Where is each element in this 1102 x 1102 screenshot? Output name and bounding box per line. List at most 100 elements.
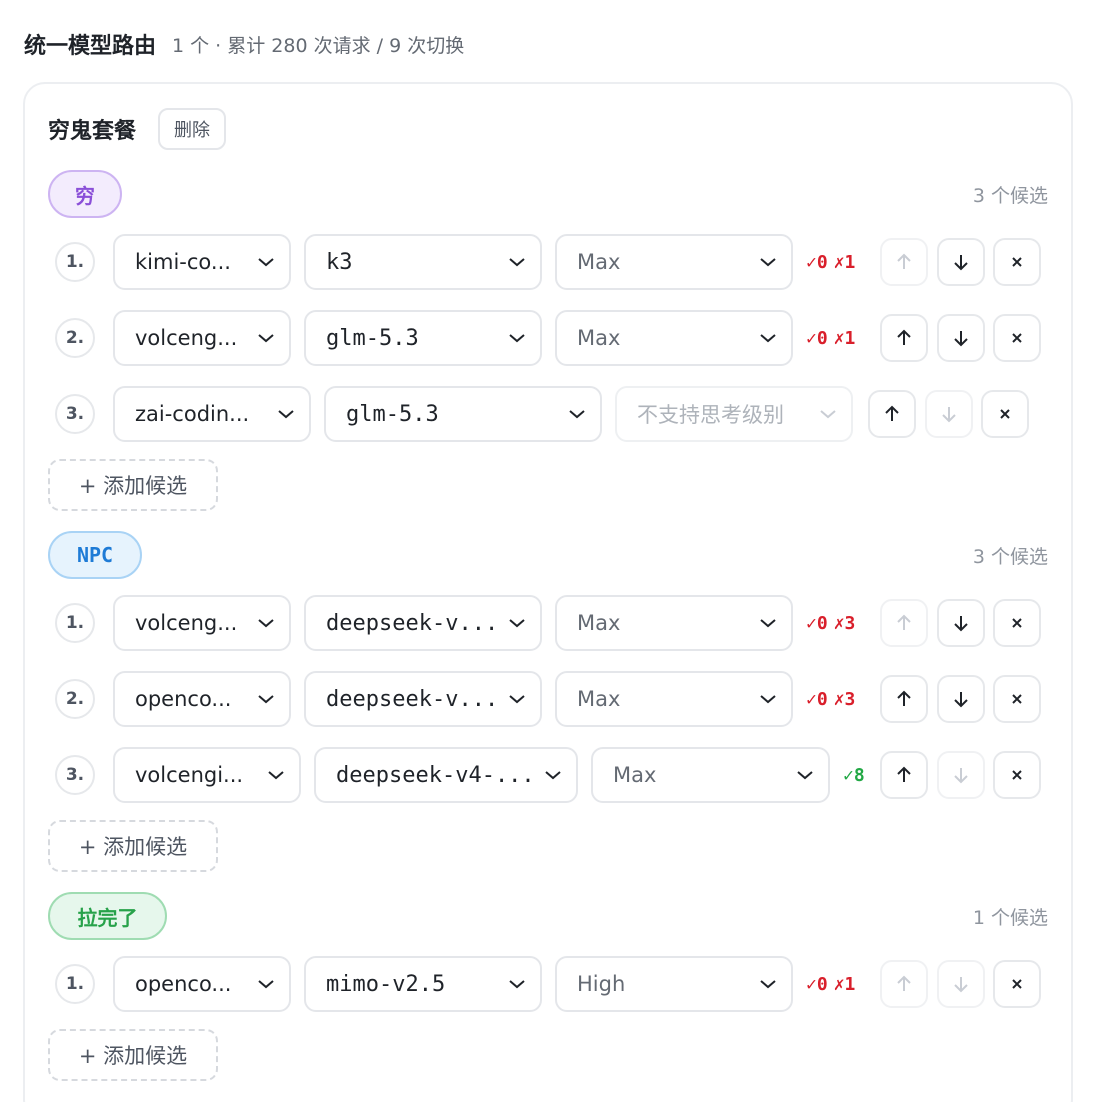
tier-badge: 穷 bbox=[48, 170, 122, 218]
move-down-button[interactable] bbox=[937, 751, 985, 799]
success-fail-stats: ✓0 ✗3 bbox=[806, 595, 855, 651]
arrow-down-icon bbox=[952, 613, 970, 633]
routing-stats: 1 个 · 累计 280 次请求 / 9 次切换 bbox=[172, 34, 465, 57]
tier-badge: 拉完了 bbox=[48, 892, 167, 940]
move-up-button[interactable] bbox=[880, 751, 928, 799]
move-up-button[interactable] bbox=[868, 390, 916, 438]
success-fail-stats: ✓0 ✗1 bbox=[806, 956, 855, 1012]
page-title: 统一模型路由 bbox=[24, 34, 157, 59]
chevron-down-icon bbox=[257, 332, 275, 344]
model-value: deepseek-v4-... bbox=[336, 762, 532, 788]
thinking-level-select[interactable]: Max bbox=[591, 747, 830, 803]
candidate-count: 3 个候选 bbox=[972, 184, 1048, 207]
thinking-level-select[interactable]: Max bbox=[555, 234, 793, 290]
thinking-level-select[interactable]: Max bbox=[555, 671, 793, 727]
chevron-down-icon bbox=[267, 769, 285, 781]
thinking-level-select[interactable]: 不支持思考级别 bbox=[615, 386, 853, 442]
success-count: ✓0 bbox=[806, 688, 828, 710]
success-fail-stats: ✓8 bbox=[843, 747, 865, 803]
arrow-up-icon bbox=[895, 252, 913, 272]
remove-candidate-button[interactable] bbox=[993, 238, 1041, 286]
provider-select[interactable]: openco... bbox=[113, 671, 291, 727]
row-index: 2. bbox=[55, 679, 95, 719]
delete-plan-button[interactable]: 删除 bbox=[158, 108, 227, 150]
close-icon bbox=[1010, 977, 1024, 991]
level-value: High bbox=[577, 972, 626, 996]
thinking-level-select[interactable]: Max bbox=[555, 310, 793, 366]
model-select[interactable]: k3 bbox=[304, 234, 542, 290]
move-up-button[interactable] bbox=[880, 314, 928, 362]
plan-name: 穷鬼套餐 bbox=[48, 119, 137, 144]
fail-count: ✗1 bbox=[833, 327, 856, 349]
thinking-level-select[interactable]: Max bbox=[555, 595, 793, 651]
move-down-button[interactable] bbox=[937, 314, 985, 362]
remove-candidate-button[interactable] bbox=[993, 599, 1041, 647]
provider-select[interactable]: volceng... bbox=[113, 310, 291, 366]
remove-candidate-button[interactable] bbox=[981, 390, 1029, 438]
model-select[interactable]: glm-5.3 bbox=[324, 386, 602, 442]
move-up-button[interactable] bbox=[880, 675, 928, 723]
move-up-button[interactable] bbox=[880, 960, 928, 1008]
chevron-down-icon bbox=[257, 978, 275, 990]
close-icon bbox=[1010, 692, 1024, 706]
add-candidate-button[interactable]: + 添加候选 bbox=[48, 459, 218, 511]
model-select[interactable]: glm-5.3 bbox=[304, 310, 542, 366]
provider-value: volcengi... bbox=[135, 763, 244, 787]
move-down-button[interactable] bbox=[937, 675, 985, 723]
tier-badge: NPC bbox=[48, 531, 142, 579]
success-count: ✓0 bbox=[806, 251, 828, 273]
row-index: 1. bbox=[55, 603, 95, 643]
arrow-down-icon bbox=[952, 252, 970, 272]
model-select[interactable]: deepseek-v... bbox=[304, 595, 542, 651]
arrow-down-icon bbox=[952, 328, 970, 348]
remove-candidate-button[interactable] bbox=[993, 960, 1041, 1008]
thinking-level-select[interactable]: High bbox=[555, 956, 793, 1012]
move-down-button[interactable] bbox=[937, 960, 985, 1008]
provider-select[interactable]: openco... bbox=[113, 956, 291, 1012]
close-icon bbox=[1010, 616, 1024, 630]
model-select[interactable]: deepseek-v... bbox=[304, 671, 542, 727]
close-icon bbox=[998, 407, 1012, 421]
provider-select[interactable]: kimi-co... bbox=[113, 234, 291, 290]
model-select[interactable]: mimo-v2.5 bbox=[304, 956, 542, 1012]
level-value: Max bbox=[577, 326, 621, 350]
chevron-down-icon bbox=[544, 769, 562, 781]
model-select[interactable]: deepseek-v4-... bbox=[314, 747, 578, 803]
chevron-down-icon bbox=[257, 693, 275, 705]
move-down-button[interactable] bbox=[925, 390, 973, 438]
fail-count: ✗1 bbox=[833, 251, 856, 273]
provider-value: zai-codin... bbox=[135, 402, 250, 426]
add-candidate-button[interactable]: + 添加候选 bbox=[48, 820, 218, 872]
row-index: 3. bbox=[55, 394, 95, 434]
fail-count: ✗3 bbox=[833, 612, 856, 634]
candidate-row: 2. openco... deepseek-v... Max ✓0 ✗3 bbox=[0, 671, 1102, 727]
model-value: mimo-v2.5 bbox=[326, 971, 446, 997]
provider-select[interactable]: volceng... bbox=[113, 595, 291, 651]
remove-candidate-button[interactable] bbox=[993, 314, 1041, 362]
chevron-down-icon bbox=[568, 408, 586, 420]
move-down-button[interactable] bbox=[937, 238, 985, 286]
fail-count: ✗3 bbox=[833, 688, 856, 710]
success-count: ✓0 bbox=[806, 973, 828, 995]
chevron-down-icon bbox=[257, 256, 275, 268]
add-candidate-button[interactable]: + 添加候选 bbox=[48, 1029, 218, 1081]
model-value: glm-5.3 bbox=[326, 325, 419, 351]
chevron-down-icon bbox=[508, 256, 526, 268]
chevron-down-icon bbox=[508, 617, 526, 629]
remove-candidate-button[interactable] bbox=[993, 751, 1041, 799]
move-down-button[interactable] bbox=[937, 599, 985, 647]
move-up-button[interactable] bbox=[880, 599, 928, 647]
provider-select[interactable]: zai-codin... bbox=[113, 386, 311, 442]
candidate-count: 3 个候选 bbox=[972, 545, 1048, 568]
remove-candidate-button[interactable] bbox=[993, 675, 1041, 723]
provider-value: kimi-co... bbox=[135, 250, 231, 274]
success-count: ✓8 bbox=[843, 764, 865, 786]
move-up-button[interactable] bbox=[880, 238, 928, 286]
chevron-down-icon bbox=[508, 978, 526, 990]
row-index: 1. bbox=[55, 964, 95, 1004]
provider-select[interactable]: volcengi... bbox=[113, 747, 301, 803]
chevron-down-icon bbox=[759, 617, 777, 629]
row-index: 1. bbox=[55, 242, 95, 282]
arrow-up-icon bbox=[883, 404, 901, 424]
model-value: deepseek-v... bbox=[326, 686, 496, 712]
